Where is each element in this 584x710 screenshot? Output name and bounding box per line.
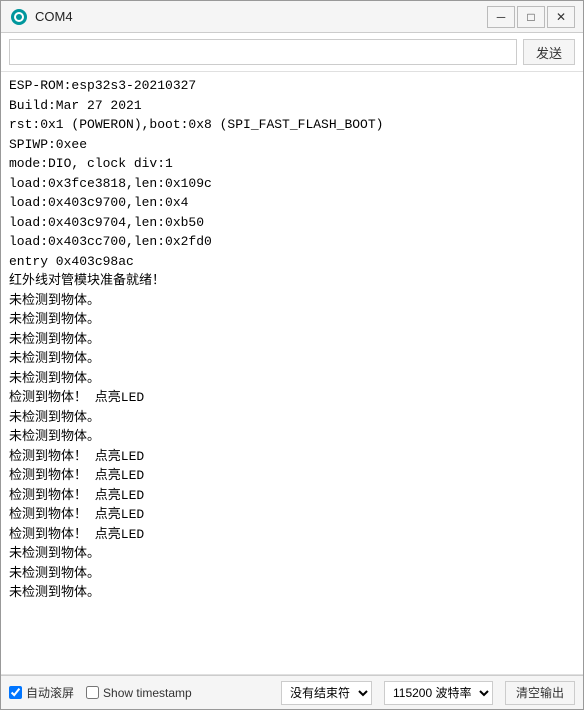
console-output: ESP-ROM:esp32s3-20210327Build:Mar 27 202…: [1, 72, 583, 675]
auto-scroll-label: 自动滚屏: [26, 684, 74, 701]
console-line: entry 0x403c98ac: [9, 252, 575, 272]
console-line: 未检测到物体。: [9, 369, 575, 389]
status-bar: 自动滚屏 Show timestamp 没有结束符换行符回车符回车+换行 300…: [1, 675, 583, 709]
console-line: 检测到物体！ 点亮LED: [9, 525, 575, 545]
window-controls: ─ □ ✕: [487, 6, 575, 28]
console-line: 未检测到物体。: [9, 564, 575, 584]
line-ending-select[interactable]: 没有结束符换行符回车符回车+换行: [281, 681, 372, 705]
console-line: Build:Mar 27 2021: [9, 96, 575, 116]
close-button[interactable]: ✕: [547, 6, 575, 28]
console-line: 检测到物体！ 点亮LED: [9, 505, 575, 525]
toolbar: 发送: [1, 33, 583, 72]
auto-scroll-input[interactable]: [9, 686, 22, 699]
show-timestamp-label: Show timestamp: [103, 686, 192, 700]
baudrate-select[interactable]: 3001200240048009600144001920038400576007…: [384, 681, 493, 705]
minimize-button[interactable]: ─: [487, 6, 515, 28]
console-line: 检测到物体！ 点亮LED: [9, 486, 575, 506]
console-line: load:0x403c9700,len:0x4: [9, 193, 575, 213]
console-line: 未检测到物体。: [9, 349, 575, 369]
console-line: load:0x403cc700,len:0x2fd0: [9, 232, 575, 252]
title-bar: COM4 ─ □ ✕: [1, 1, 583, 33]
console-line: 未检测到物体。: [9, 544, 575, 564]
send-button[interactable]: 发送: [523, 39, 575, 65]
app-icon: [9, 7, 29, 27]
console-line: 未检测到物体。: [9, 408, 575, 428]
console-line: 红外线对管模块准备就绪！: [9, 271, 575, 291]
console-line: 未检测到物体。: [9, 310, 575, 330]
console-line: SPIWP:0xee: [9, 135, 575, 155]
console-line: 检测到物体！ 点亮LED: [9, 447, 575, 467]
console-line: 检测到物体！ 点亮LED: [9, 466, 575, 486]
auto-scroll-checkbox[interactable]: 自动滚屏: [9, 684, 74, 701]
main-window: COM4 ─ □ ✕ 发送 ESP-ROM:esp32s3-20210327Bu…: [0, 0, 584, 710]
console-line: ESP-ROM:esp32s3-20210327: [9, 76, 575, 96]
console-line: 未检测到物体。: [9, 291, 575, 311]
console-line: mode:DIO, clock div:1: [9, 154, 575, 174]
show-timestamp-input[interactable]: [86, 686, 99, 699]
console-line: rst:0x1 (POWERON),boot:0x8 (SPI_FAST_FLA…: [9, 115, 575, 135]
console-line: 检测到物体！ 点亮LED: [9, 388, 575, 408]
show-timestamp-checkbox[interactable]: Show timestamp: [86, 686, 192, 700]
send-input[interactable]: [9, 39, 517, 65]
maximize-button[interactable]: □: [517, 6, 545, 28]
window-title: COM4: [35, 9, 487, 24]
console-line: 未检测到物体。: [9, 427, 575, 447]
console-line: load:0x403c9704,len:0xb50: [9, 213, 575, 233]
clear-output-button[interactable]: 清空输出: [505, 681, 575, 705]
console-line: 未检测到物体。: [9, 330, 575, 350]
console-line: load:0x3fce3818,len:0x109c: [9, 174, 575, 194]
console-line: 未检测到物体。: [9, 583, 575, 603]
